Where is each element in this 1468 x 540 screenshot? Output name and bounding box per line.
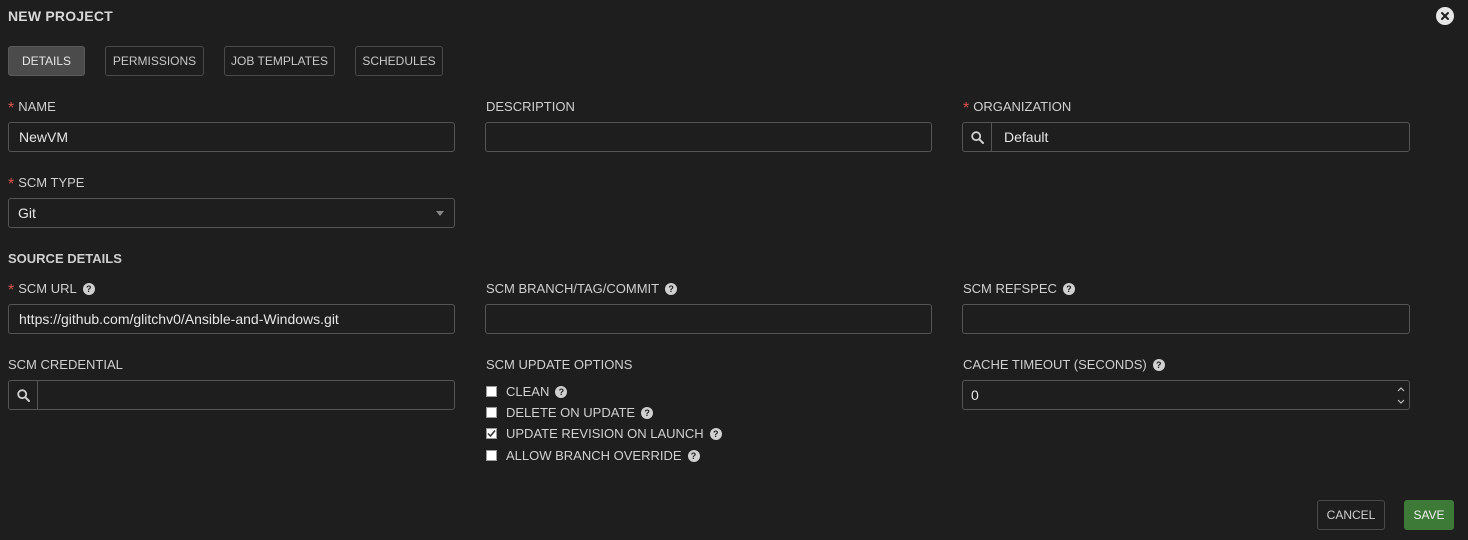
save-button[interactable]: SAVE bbox=[1404, 500, 1454, 530]
option-clean: CLEAN ? bbox=[486, 384, 568, 399]
scm-branch-label-text: SCM BRANCH/TAG/COMMIT bbox=[486, 281, 660, 296]
scm-update-options-label-text: SCM UPDATE OPTIONS bbox=[486, 357, 633, 372]
tab-job-templates[interactable]: JOB TEMPLATES bbox=[224, 46, 335, 76]
help-icon[interactable]: ? bbox=[687, 449, 700, 462]
delete-on-update-label: DELETE ON UPDATE bbox=[506, 405, 636, 420]
cancel-button[interactable]: CANCEL bbox=[1317, 500, 1385, 530]
update-revision-on-launch-checkbox[interactable] bbox=[486, 428, 497, 439]
name-input-value: NewVM bbox=[19, 129, 69, 145]
search-icon[interactable] bbox=[9, 381, 38, 409]
scm-credential-value bbox=[38, 381, 454, 409]
scm-url-label-text: SCM URL bbox=[18, 281, 77, 296]
scm-refspec-input[interactable] bbox=[962, 304, 1410, 334]
help-icon[interactable]: ? bbox=[82, 282, 95, 295]
help-icon[interactable]: ? bbox=[665, 282, 678, 295]
number-spinner bbox=[1393, 381, 1409, 409]
scm-credential-lookup[interactable] bbox=[8, 380, 455, 410]
option-delete-on-update: DELETE ON UPDATE ? bbox=[486, 405, 654, 420]
required-asterisk: * bbox=[8, 281, 15, 299]
scm-update-options-label: SCM UPDATE OPTIONS bbox=[486, 357, 632, 372]
name-label-text: NAME bbox=[18, 99, 56, 114]
name-input[interactable]: NewVM bbox=[8, 122, 455, 152]
chevron-up-icon[interactable] bbox=[1394, 383, 1408, 395]
clean-label: CLEAN bbox=[506, 384, 550, 399]
chevron-down-icon bbox=[436, 211, 444, 216]
source-details-title: SOURCE DETAILS bbox=[8, 251, 122, 266]
help-icon[interactable]: ? bbox=[555, 385, 568, 398]
cache-timeout-label-text: CACHE TIMEOUT (SECONDS) bbox=[963, 357, 1147, 372]
description-input[interactable] bbox=[485, 122, 932, 152]
allow-branch-override-label: ALLOW BRANCH OVERRIDE bbox=[506, 448, 682, 463]
scm-credential-label: SCM CREDENTIAL bbox=[8, 357, 123, 372]
scm-type-label: * SCM TYPE bbox=[8, 175, 85, 193]
scm-credential-label-text: SCM CREDENTIAL bbox=[8, 357, 123, 372]
organization-lookup[interactable]: Default bbox=[962, 122, 1410, 152]
scm-type-value: Git bbox=[18, 205, 36, 221]
help-icon[interactable]: ? bbox=[1152, 358, 1165, 371]
option-update-revision-on-launch: UPDATE REVISION ON LAUNCH ? bbox=[486, 426, 722, 441]
scm-refspec-label-text: SCM REFSPEC bbox=[963, 281, 1057, 296]
required-asterisk: * bbox=[8, 99, 15, 117]
organization-label: * ORGANIZATION bbox=[963, 99, 1072, 117]
required-asterisk: * bbox=[8, 175, 15, 193]
scm-branch-label: SCM BRANCH/TAG/COMMIT ? bbox=[486, 281, 678, 296]
tab-schedules[interactable]: SCHEDULES bbox=[355, 46, 443, 76]
help-icon[interactable]: ? bbox=[1062, 282, 1075, 295]
organization-label-text: ORGANIZATION bbox=[973, 99, 1072, 114]
scm-url-value: https://github.com/glitchv0/Ansible-and-… bbox=[19, 311, 339, 327]
cache-timeout-label: CACHE TIMEOUT (SECONDS) ? bbox=[963, 357, 1165, 372]
description-label-text: DESCRIPTION bbox=[486, 99, 575, 114]
scm-url-input[interactable]: https://github.com/glitchv0/Ansible-and-… bbox=[8, 304, 455, 334]
tab-permissions[interactable]: PERMISSIONS bbox=[105, 46, 204, 76]
description-label: DESCRIPTION bbox=[486, 99, 575, 114]
scm-url-label: * SCM URL ? bbox=[8, 281, 95, 299]
cache-timeout-value: 0 bbox=[971, 387, 979, 403]
page-title: NEW PROJECT bbox=[8, 8, 113, 24]
allow-branch-override-checkbox[interactable] bbox=[486, 450, 497, 461]
scm-refspec-label: SCM REFSPEC ? bbox=[963, 281, 1075, 296]
clean-checkbox[interactable] bbox=[486, 386, 497, 397]
scm-type-select[interactable]: Git bbox=[8, 198, 455, 228]
search-icon[interactable] bbox=[963, 123, 992, 151]
update-revision-on-launch-label: UPDATE REVISION ON LAUNCH bbox=[506, 426, 704, 441]
option-allow-branch-override: ALLOW BRANCH OVERRIDE ? bbox=[486, 448, 700, 463]
help-icon[interactable]: ? bbox=[641, 406, 654, 419]
name-label: * NAME bbox=[8, 99, 56, 117]
scm-branch-input[interactable] bbox=[485, 304, 932, 334]
help-icon[interactable]: ? bbox=[709, 427, 722, 440]
chevron-down-icon[interactable] bbox=[1394, 395, 1408, 407]
organization-value: Default bbox=[1004, 129, 1049, 145]
close-icon[interactable] bbox=[1436, 7, 1454, 25]
check-icon bbox=[487, 430, 496, 438]
cache-timeout-input[interactable]: 0 bbox=[962, 380, 1410, 410]
tab-details[interactable]: DETAILS bbox=[8, 46, 85, 76]
scm-type-label-text: SCM TYPE bbox=[18, 175, 85, 190]
delete-on-update-checkbox[interactable] bbox=[486, 407, 497, 418]
required-asterisk: * bbox=[963, 99, 970, 117]
